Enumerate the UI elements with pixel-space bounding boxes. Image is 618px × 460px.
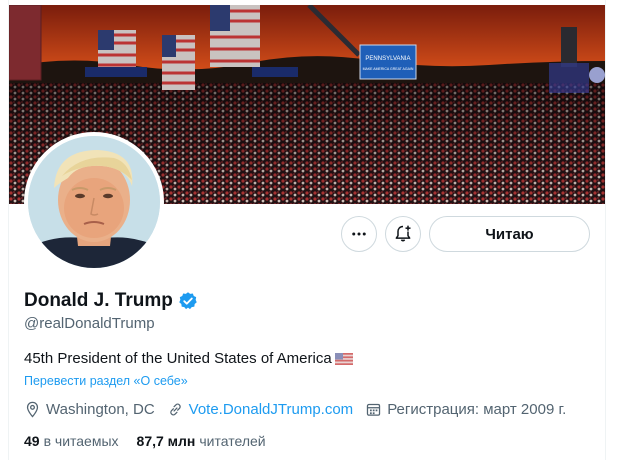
followers-link[interactable]: 87,7 млн читателей [137, 433, 266, 449]
link-icon [169, 403, 181, 416]
us-flag-icon [334, 352, 353, 365]
profile-meta: Washington, DC Vote.DonaldJTrump.com Рег… [24, 401, 578, 418]
joined-text: Регистрация: март 2009 г. [387, 401, 567, 418]
following-label: в читаемых [43, 433, 119, 449]
bio-text: 45th President of the United States of A… [24, 350, 332, 367]
location-item: Washington, DC [24, 401, 155, 418]
display-name: Donald J. Trump [24, 290, 173, 311]
profile-page: PENNSYLVANIA MAKE AMERICA GREAT AGAIN Чи… [0, 0, 618, 460]
profile-avatar[interactable] [24, 132, 164, 272]
right-divider [605, 0, 606, 460]
banner-sign-text-2: MAKE AMERICA GREAT AGAIN [363, 67, 414, 71]
following-button[interactable]: Читаю [429, 216, 590, 252]
website-item: Vote.DonaldJTrump.com [167, 401, 354, 418]
notifications-button[interactable] [385, 216, 421, 252]
profile-bio: 45th President of the United States of A… [24, 350, 353, 367]
followers-count: 87,7 млн [136, 433, 196, 449]
following-count: 49 [24, 433, 40, 449]
translate-bio-link[interactable]: Перевести раздел «О себе» [24, 374, 188, 388]
bell-plus-icon [395, 225, 411, 242]
followers-label: читателей [199, 433, 266, 449]
banner-sign-text: PENNSYLVANIA [365, 56, 410, 62]
following-link[interactable]: 49 в читаемых [24, 433, 119, 449]
more-button[interactable] [341, 216, 377, 252]
joined-item: Регистрация: март 2009 г. [365, 401, 566, 418]
follow-stats: 49 в читаемых 87,7 млн читателей [24, 433, 284, 449]
calendar-icon [367, 403, 381, 416]
verified-badge-icon [179, 292, 197, 310]
user-handle: @realDonaldTrump [24, 315, 155, 332]
more-horizontal-icon [352, 232, 366, 236]
location-text: Washington, DC [46, 401, 155, 418]
location-pin-icon [26, 401, 39, 418]
website-link[interactable]: Vote.DonaldJTrump.com [189, 401, 354, 418]
profile-name-row: Donald J. Trump [24, 290, 198, 312]
